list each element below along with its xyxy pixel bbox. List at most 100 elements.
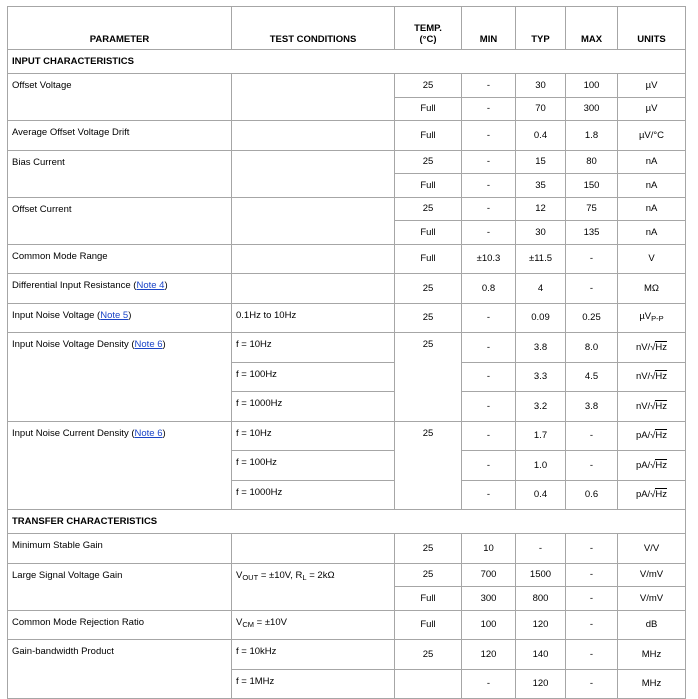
min-cell: -: [461, 361, 516, 392]
temp-cell: 25: [394, 196, 462, 221]
unit-cell: µV: [617, 96, 686, 121]
unit-cell: MHz: [617, 668, 686, 699]
cond-cell: f = 100Hz: [231, 361, 395, 392]
temp-cell: Full: [394, 173, 462, 198]
cond-cell: [231, 149, 395, 198]
param-offset-current: Offset Current: [7, 196, 232, 245]
cond-cell: f = 10Hz: [231, 332, 395, 363]
min-cell: -: [461, 149, 516, 174]
min-cell: -: [461, 96, 516, 121]
typ-cell: 15: [515, 149, 566, 174]
max-cell: 4.5: [565, 361, 618, 392]
unit-radicand: Hz: [655, 370, 668, 383]
table-row: Input Noise Voltage (Note 5) 0.1Hz to 10…: [7, 302, 686, 333]
unit-text: nV/: [635, 400, 651, 412]
typ-cell: 1.0: [515, 450, 566, 481]
unit-subscript: P-P: [651, 314, 664, 324]
unit-text: nV/: [635, 341, 651, 353]
typ-cell: 30: [515, 220, 566, 245]
max-cell: 300: [565, 96, 618, 121]
min-cell: -: [461, 302, 516, 333]
min-cell: -: [461, 196, 516, 221]
min-cell: -: [461, 450, 516, 481]
cond-cell: f = 1MHz: [231, 668, 395, 699]
unit-text: pA/: [635, 489, 651, 501]
max-cell: 8.0: [565, 332, 618, 363]
typ-cell: 3.3: [515, 361, 566, 392]
unit-cell: dB: [617, 609, 686, 640]
max-cell: -: [565, 533, 618, 564]
max-cell: 135: [565, 220, 618, 245]
max-cell: 75: [565, 196, 618, 221]
note-5-link[interactable]: Note 5: [100, 310, 128, 321]
unit-radicand: Hz: [655, 429, 668, 442]
header-temp: TEMP. (°C): [394, 6, 462, 50]
table-row: Offset Voltage 25 - 30 100 µV: [7, 73, 686, 121]
min-cell: 700: [461, 562, 516, 587]
param-cm-range: Common Mode Range: [7, 243, 232, 274]
max-cell: 150: [565, 173, 618, 198]
max-cell: -: [565, 668, 618, 699]
param-large-signal-gain: Large Signal Voltage Gain: [7, 562, 232, 611]
table-row: Differential Input Resistance (Note 4) 2…: [7, 273, 686, 304]
unit-cell: nV/√Hz: [617, 361, 686, 392]
unit-radicand: Hz: [655, 399, 668, 412]
cond-cell: VOUT = ±10V, RL = 2kΩ: [231, 562, 395, 611]
cond-cell: f = 10kHz: [231, 639, 395, 670]
max-cell: 0.25: [565, 302, 618, 333]
unit-cell: V/mV: [617, 586, 686, 611]
temp-cell: Full: [394, 243, 462, 274]
max-cell: -: [565, 609, 618, 640]
param-bias-current: Bias Current: [7, 149, 232, 198]
table-row: Input Noise Voltage Density (Note 6) f =…: [7, 332, 686, 422]
min-cell: ±10.3: [461, 243, 516, 274]
max-cell: 0.6: [565, 479, 618, 510]
min-cell: 10: [461, 533, 516, 564]
unit-cell: nV/√Hz: [617, 391, 686, 422]
note-4-link[interactable]: Note 4: [136, 280, 164, 291]
param-label: Input Noise Voltage Density: [12, 339, 129, 350]
param-input-noise-current-density: Input Noise Current Density (Note 6): [7, 420, 232, 510]
unit-cell: nA: [617, 220, 686, 245]
cond-cell: f = 100Hz: [231, 450, 395, 481]
table-row: Common Mode Rejection Ratio VCM = ±10V F…: [7, 609, 686, 640]
note-6-link[interactable]: Note 6: [135, 428, 163, 439]
note-6-link[interactable]: Note 6: [135, 339, 163, 350]
typ-cell: -: [515, 533, 566, 564]
cond-text: = 2kΩ: [306, 569, 335, 581]
min-cell: -: [461, 173, 516, 198]
cond-cell: 0.1Hz to 10Hz: [231, 302, 395, 333]
unit-cell: nV/√Hz: [617, 332, 686, 363]
temp-cell: 25: [394, 332, 462, 422]
cond-cell: [231, 73, 395, 121]
min-cell: -: [461, 220, 516, 245]
param-offset-voltage: Offset Voltage: [7, 73, 232, 121]
header-temp-line2: (°C): [419, 34, 437, 45]
max-cell: 80: [565, 149, 618, 174]
temp-cell: Full: [394, 220, 462, 245]
unit-cell: nA: [617, 149, 686, 174]
unit-cell: V: [617, 243, 686, 274]
cond-cell: [231, 120, 395, 151]
param-diff-input-res: Differential Input Resistance (Note 4): [7, 273, 232, 304]
max-cell: -: [565, 639, 618, 670]
unit-cell: V/mV: [617, 562, 686, 587]
cond-subscript: OUT: [242, 572, 259, 582]
temp-cell: Full: [394, 120, 462, 151]
max-cell: -: [565, 243, 618, 274]
unit-cell: nA: [617, 173, 686, 198]
unit-radicand: Hz: [655, 340, 668, 353]
header-typ: TYP: [515, 6, 566, 50]
param-label: Input Noise Voltage: [12, 309, 95, 321]
temp-cell: 25: [394, 302, 462, 333]
temp-cell: 25: [394, 533, 462, 564]
cond-cell: f = 1000Hz: [231, 479, 395, 510]
header-parameter: PARAMETER: [7, 6, 232, 50]
typ-cell: 1500: [515, 562, 566, 587]
typ-cell: 800: [515, 586, 566, 611]
cond-text: = ±10V: [254, 616, 287, 628]
table-row: Gain-bandwidth Product f = 10kHz 25 120 …: [7, 639, 686, 699]
electrical-characteristics-table: PARAMETER TEST CONDITIONS TEMP. (°C) MIN …: [7, 6, 686, 699]
temp-cell: 25: [394, 639, 462, 670]
temp-cell: Full: [394, 609, 462, 640]
